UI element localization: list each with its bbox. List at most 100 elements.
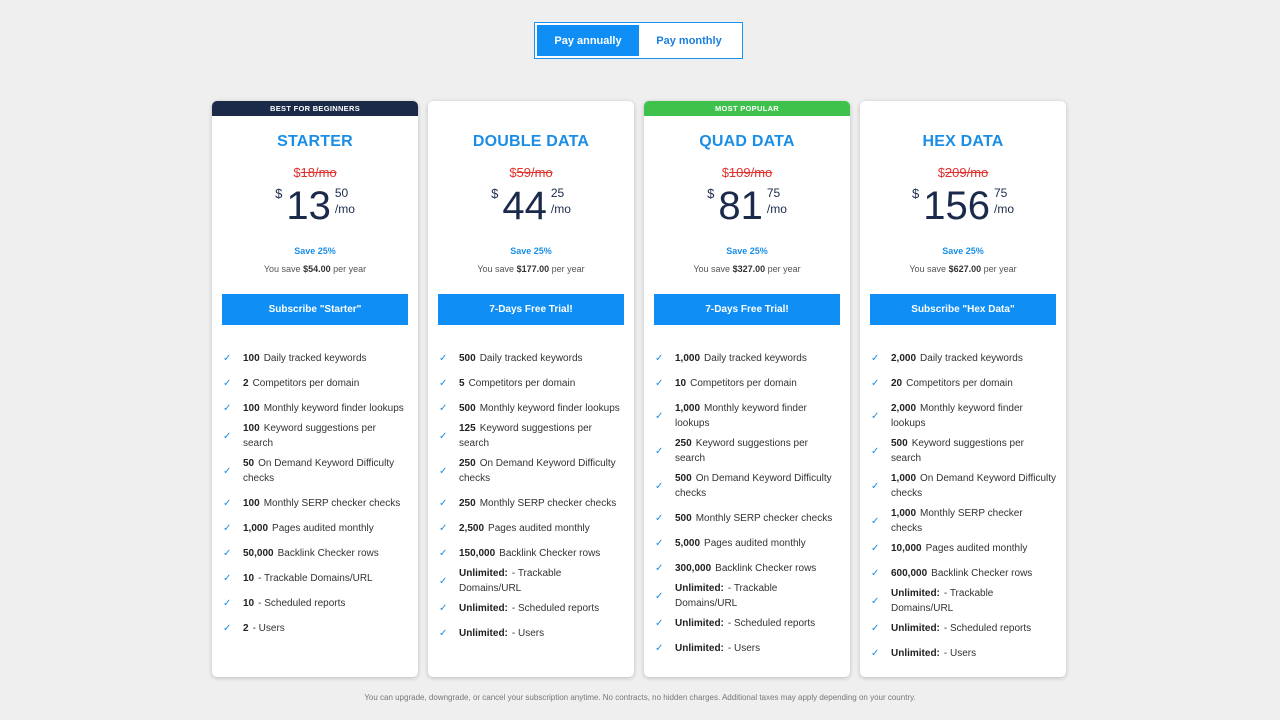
subscribe-button[interactable]: 7-Days Free Trial!	[438, 294, 624, 325]
feature-text: 150,000 Backlink Checker rows	[459, 546, 600, 561]
price-period: /mo	[993, 202, 1014, 216]
feature-label: Monthly keyword finder lookups	[479, 403, 620, 414]
current-price: $ 156 75 /mo	[860, 184, 1066, 228]
feature-text: 20 Competitors per domain	[891, 376, 1013, 391]
feature-label: Pages audited monthly	[272, 523, 374, 534]
feature-text: 10,000 Pages audited monthly	[891, 541, 1027, 556]
feature-item: ✓ 10- Scheduled reports	[223, 591, 408, 616]
feature-item: ✓ 10- Trackable Domains/URL	[223, 566, 408, 591]
feature-quantity: 1,000	[675, 353, 701, 364]
feature-text: 1,000 Monthly keyword finder lookups	[675, 401, 840, 431]
check-icon: ✓	[223, 573, 232, 584]
old-price-currency: $	[293, 165, 301, 180]
feature-label: Backlink Checker rows	[277, 548, 379, 559]
feature-quantity: 500	[675, 513, 692, 524]
check-icon: ✓	[655, 618, 664, 629]
feature-label: - Scheduled reports	[727, 618, 816, 629]
feature-text: Unlimited: - Trackable Domains/URL	[675, 581, 840, 611]
feature-item: ✓ 100 Monthly SERP checker checks	[223, 491, 408, 516]
feature-text: 50,000 Backlink Checker rows	[243, 546, 379, 561]
plan-ribbon	[428, 101, 634, 116]
feature-label: On Demand Keyword Difficulty checks	[459, 458, 616, 484]
subscribe-button[interactable]: Subscribe "Hex Data"	[870, 294, 1056, 325]
feature-quantity: Unlimited:	[675, 583, 724, 594]
plan-card: HEX DATA $209/mo $ 156 75 /mo Save 25% Y…	[860, 101, 1066, 677]
feature-quantity: 300,000	[675, 563, 712, 574]
check-icon: ✓	[439, 378, 448, 389]
feature-label: Keyword suggestions per search	[675, 438, 808, 464]
feature-quantity: Unlimited:	[459, 568, 508, 579]
save-amount-text: You save $54.00 per year	[212, 264, 418, 274]
feature-text: 2- Users	[243, 621, 285, 636]
feature-item: ✓ Unlimited: - Scheduled reports	[871, 616, 1056, 641]
feature-item: ✓ 100 Monthly keyword finder lookups	[223, 396, 408, 421]
price-currency: $	[707, 186, 715, 201]
old-price: $209/mo	[860, 165, 1066, 180]
old-price-value: 59/mo	[516, 165, 553, 180]
save-amount: $54.00	[303, 264, 331, 274]
feature-quantity: 100	[243, 498, 260, 509]
feature-item: ✓ 500 Monthly keyword finder lookups	[439, 396, 624, 421]
feature-quantity: 50	[243, 458, 255, 469]
feature-item: ✓ 125 Keyword suggestions per search	[439, 421, 624, 451]
feature-item: ✓ Unlimited: - Users	[871, 641, 1056, 666]
feature-text: 500 Monthly keyword finder lookups	[459, 401, 620, 416]
feature-text: Unlimited: - Users	[891, 646, 976, 661]
save-prefix: You save	[909, 264, 947, 274]
feature-quantity: 2,000	[891, 353, 917, 364]
subscribe-button[interactable]: Subscribe "Starter"	[222, 294, 408, 325]
feature-item: ✓ 50,000 Backlink Checker rows	[223, 541, 408, 566]
feature-text: 10- Trackable Domains/URL	[243, 571, 373, 586]
feature-item: ✓ 2 Competitors per domain	[223, 371, 408, 396]
check-icon: ✓	[223, 623, 232, 634]
check-icon: ✓	[223, 598, 232, 609]
feature-text: Unlimited: - Scheduled reports	[891, 621, 1031, 636]
check-icon: ✓	[223, 353, 232, 364]
feature-label: Monthly SERP checker checks	[479, 498, 617, 509]
subscribe-button[interactable]: 7-Days Free Trial!	[654, 294, 840, 325]
save-prefix: You save	[263, 264, 301, 274]
price-cents: 50	[334, 186, 349, 200]
plan-card: DOUBLE DATA $59/mo $ 44 25 /mo Save 25% …	[428, 101, 634, 677]
feature-label: Competitors per domain	[906, 378, 1013, 389]
feature-quantity: Unlimited:	[459, 603, 508, 614]
feature-text: 500 Monthly SERP checker checks	[675, 511, 832, 526]
feature-quantity: 125	[459, 423, 476, 434]
check-icon: ✓	[439, 575, 448, 587]
check-icon: ✓	[871, 353, 880, 364]
old-price: $18/mo	[212, 165, 418, 180]
feature-item: ✓ Unlimited: - Users	[439, 621, 624, 646]
check-icon: ✓	[655, 353, 664, 364]
check-icon: ✓	[223, 430, 232, 442]
check-icon: ✓	[655, 480, 664, 492]
feature-item: ✓ 1,000 On Demand Keyword Difficulty chec…	[871, 466, 1056, 506]
old-price-value: 18/mo	[300, 165, 337, 180]
check-icon: ✓	[439, 465, 448, 477]
feature-label: - Trackable Domains/URL	[258, 573, 373, 584]
pay-annually-toggle[interactable]: Pay annually	[537, 25, 639, 56]
save-suffix: per year	[551, 264, 585, 274]
feature-label: - Scheduled reports	[943, 623, 1032, 634]
check-icon: ✓	[223, 523, 232, 534]
pay-monthly-toggle[interactable]: Pay monthly	[639, 25, 739, 56]
old-price-currency: $	[721, 165, 729, 180]
feature-label: Daily tracked keywords	[704, 353, 807, 364]
check-icon: ✓	[871, 515, 880, 527]
feature-text: 1,000 Monthly SERP checker checks	[891, 506, 1056, 536]
feature-text: Unlimited: - Trackable Domains/URL	[459, 566, 624, 596]
feature-text: 125 Keyword suggestions per search	[459, 421, 624, 451]
feature-quantity: 1,000	[675, 403, 701, 414]
feature-item: ✓ 1,000 Monthly keyword finder lookups	[655, 396, 840, 436]
save-percent: Save 25%	[726, 246, 768, 256]
feature-label: Competitors per domain	[252, 378, 360, 389]
feature-label: - Users	[727, 643, 761, 654]
save-amount: $327.00	[732, 264, 766, 274]
feature-quantity: 20	[891, 378, 903, 389]
feature-item: ✓ Unlimited: - Trackable Domains/URL	[871, 586, 1056, 616]
feature-label: - Users	[511, 628, 545, 639]
check-icon: ✓	[871, 568, 880, 579]
check-icon: ✓	[439, 498, 448, 509]
price-whole: 13	[286, 184, 331, 228]
feature-text: Unlimited: - Users	[675, 641, 760, 656]
check-icon: ✓	[871, 623, 880, 634]
